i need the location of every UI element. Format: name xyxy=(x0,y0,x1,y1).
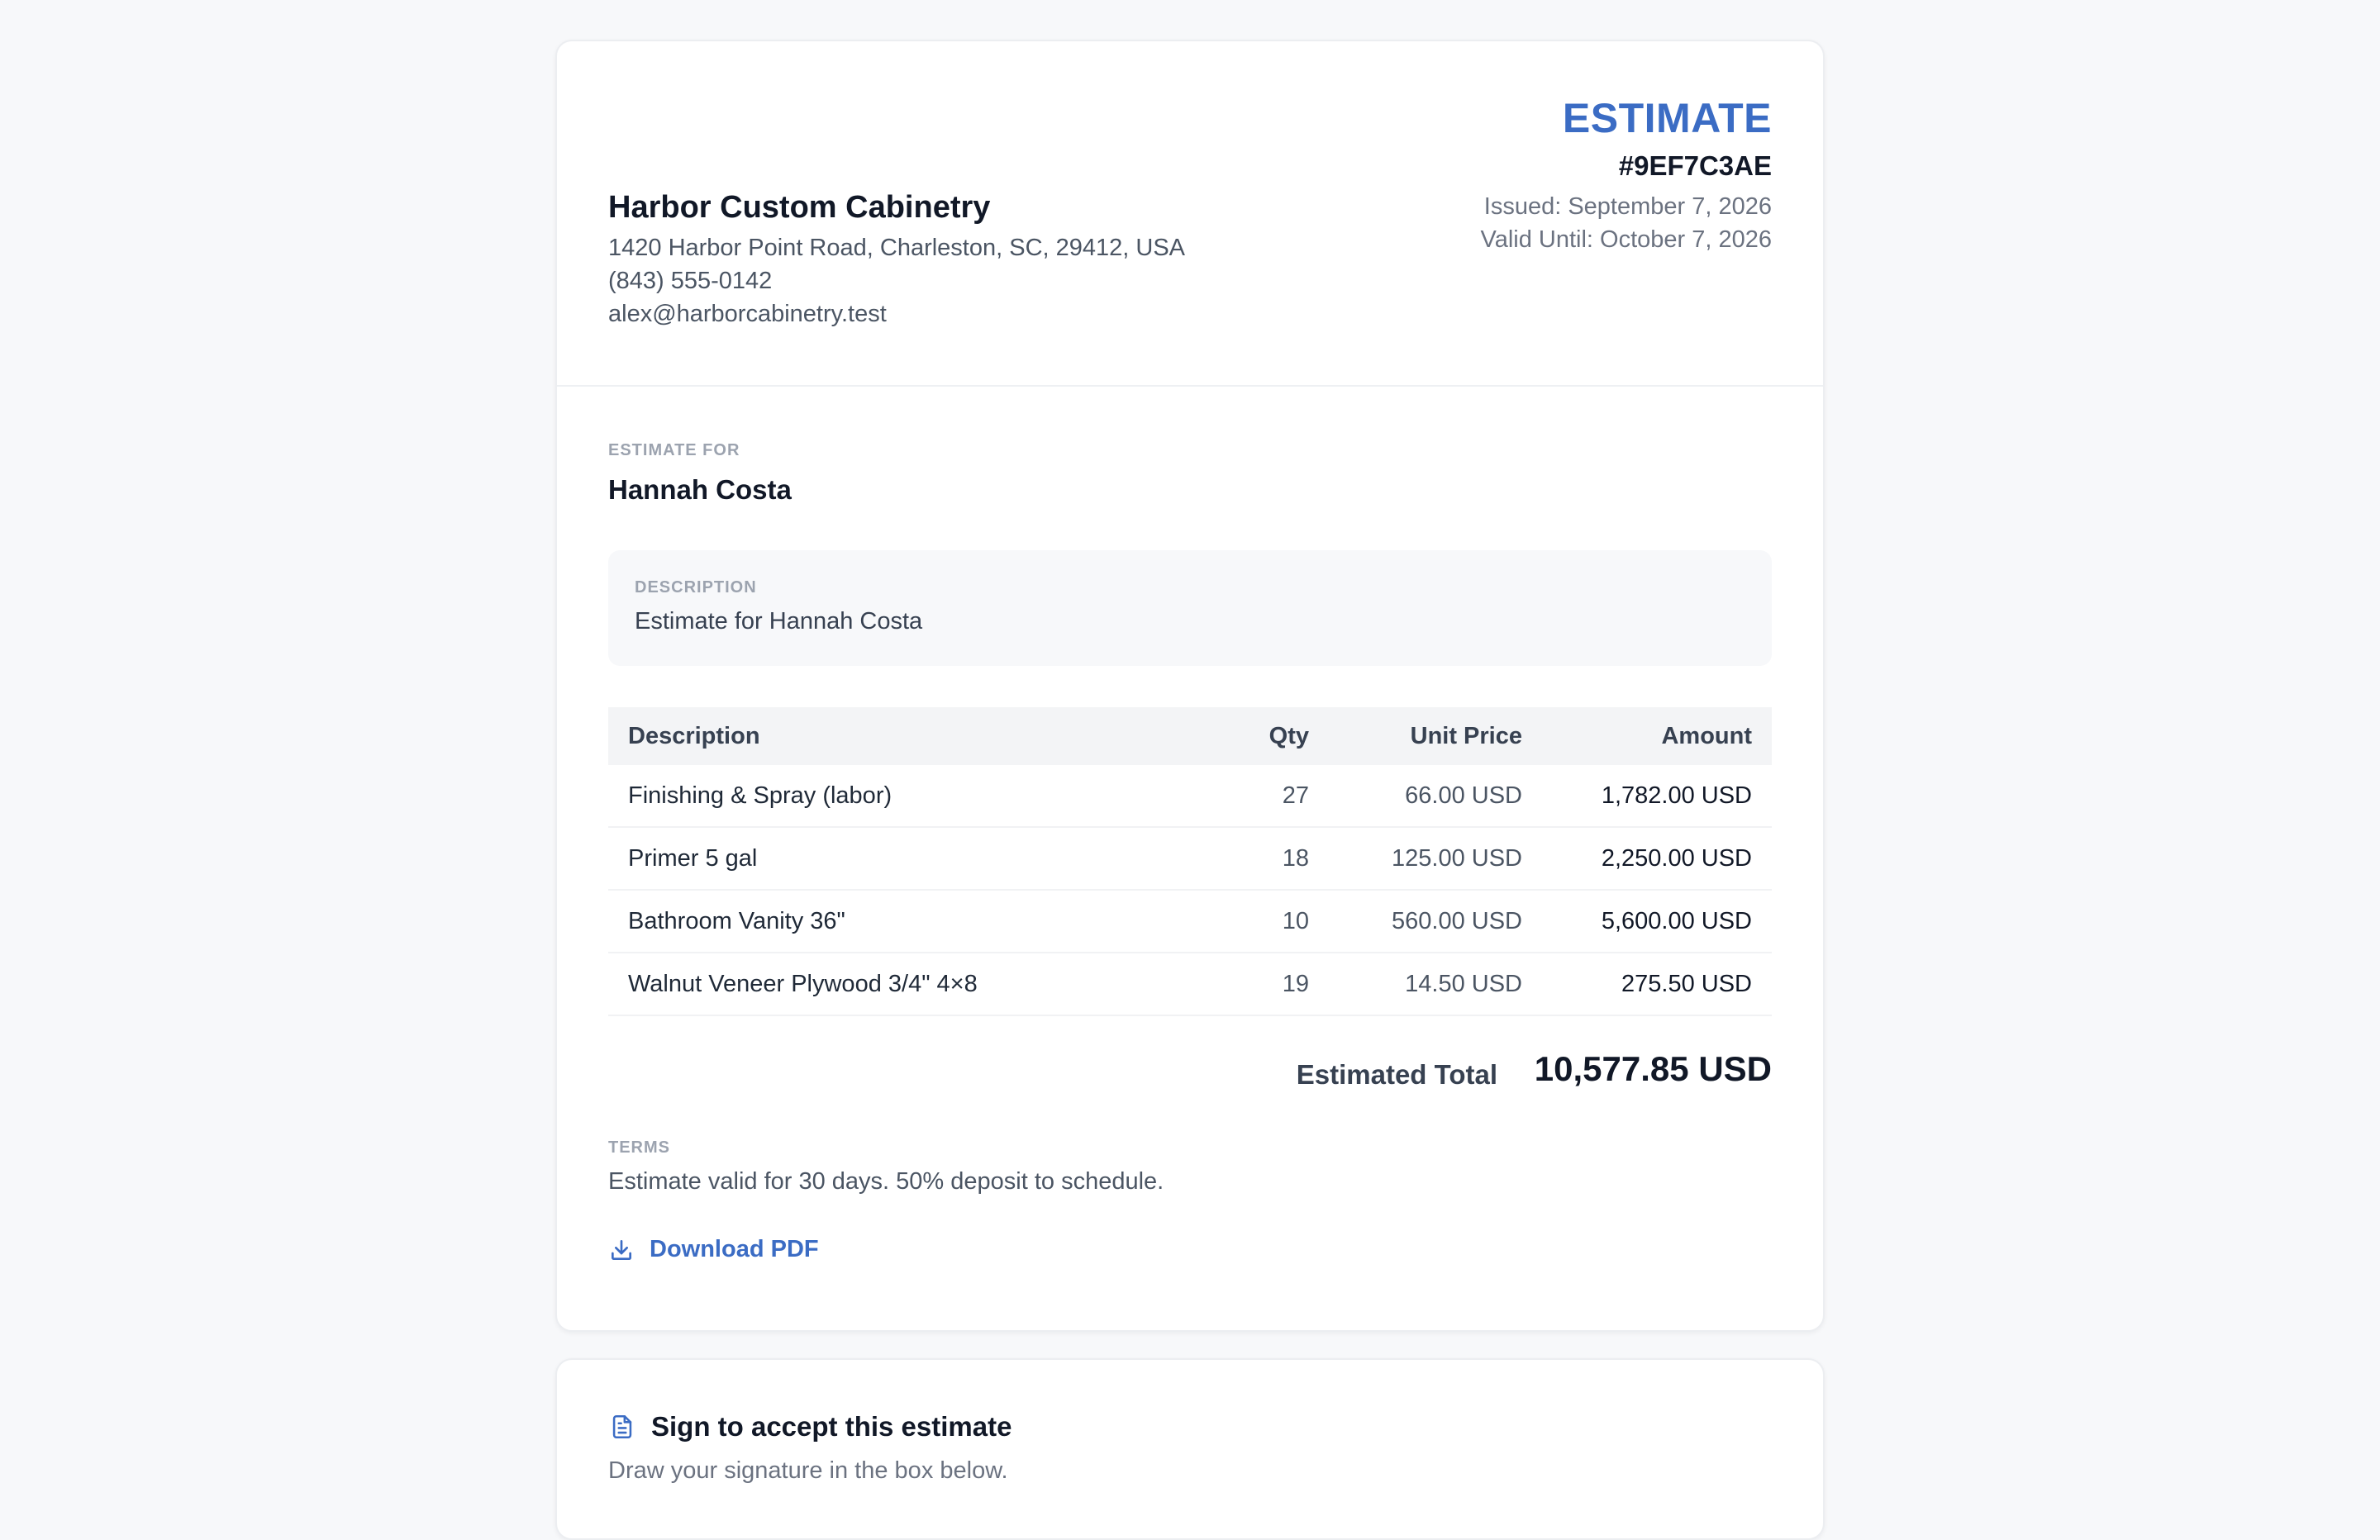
table-header-row: Description Qty Unit Price Amount xyxy=(608,707,1772,765)
item-qty: 27 xyxy=(1190,765,1329,828)
table-row: Primer 5 gal 18 125.00 USD 2,250.00 USD xyxy=(608,827,1772,891)
estimate-title: ESTIMATE xyxy=(1562,95,1772,141)
item-qty: 19 xyxy=(1190,953,1329,1016)
company-phone: (843) 555-0142 xyxy=(608,268,773,294)
company-email: alex@harborcabinetry.test xyxy=(608,301,887,327)
client-name: Hannah Costa xyxy=(608,474,792,505)
terms-label: TERMS xyxy=(608,1138,670,1157)
header-unit-price: Unit Price xyxy=(1329,707,1542,765)
estimate-number: #9EF7C3AE xyxy=(1618,150,1772,181)
item-unit-price: 14.50 USD xyxy=(1329,953,1542,1016)
signature-title: Sign to accept this estimate xyxy=(651,1411,1012,1442)
table-row: Walnut Veneer Plywood 3/4" 4×8 19 14.50 … xyxy=(608,953,1772,1016)
estimate-card: Harbor Custom Cabinetry 1420 Harbor Poin… xyxy=(555,40,1825,1332)
signature-card: Sign to accept this estimate Draw your s… xyxy=(555,1358,1825,1540)
item-qty: 10 xyxy=(1190,890,1329,953)
item-amount: 5,600.00 USD xyxy=(1542,890,1772,953)
signature-instructions: Draw your signature in the box below. xyxy=(608,1457,1008,1484)
item-description: Primer 5 gal xyxy=(608,827,1190,891)
estimate-page: Harbor Custom Cabinetry 1420 Harbor Poin… xyxy=(0,0,2380,1540)
header-qty: Qty xyxy=(1190,707,1329,765)
table-row: Bathroom Vanity 36" 10 560.00 USD 5,600.… xyxy=(608,890,1772,953)
item-amount: 275.50 USD xyxy=(1542,953,1772,1016)
estimated-total-value: 10,577.85 USD xyxy=(1534,1049,1772,1088)
signature-heading: Sign to accept this estimate xyxy=(608,1411,1011,1443)
table-row: Finishing & Spray (labor) 27 66.00 USD 1… xyxy=(608,765,1772,828)
item-unit-price: 560.00 USD xyxy=(1329,890,1542,953)
company-address: 1420 Harbor Point Road, Charleston, SC, … xyxy=(608,235,1186,261)
document-icon xyxy=(612,1414,632,1439)
item-description: Walnut Veneer Plywood 3/4" 4×8 xyxy=(608,953,1190,1016)
download-icon xyxy=(612,1239,631,1260)
terms-text: Estimate valid for 30 days. 50% deposit … xyxy=(608,1168,1164,1195)
item-unit-price: 66.00 USD xyxy=(1329,765,1542,828)
item-qty: 18 xyxy=(1190,827,1329,891)
item-unit-price: 125.00 USD xyxy=(1329,827,1542,891)
download-pdf-link[interactable]: Download PDF xyxy=(608,1236,819,1263)
item-description: Bathroom Vanity 36" xyxy=(608,890,1190,953)
company-name: Harbor Custom Cabinetry xyxy=(608,190,991,225)
item-amount: 2,250.00 USD xyxy=(1542,827,1772,891)
issued-date: Issued: September 7, 2026 xyxy=(1483,193,1772,220)
estimated-total-label: Estimated Total xyxy=(1296,1059,1497,1090)
estimate-for-label: ESTIMATE FOR xyxy=(608,441,740,459)
description-text: Estimate for Hannah Costa xyxy=(635,608,923,635)
line-items-table: Description Qty Unit Price Amount Finish… xyxy=(608,707,1772,1016)
download-pdf-label: Download PDF xyxy=(650,1236,819,1262)
header-description: Description xyxy=(608,707,1190,765)
estimate-header: Harbor Custom Cabinetry 1420 Harbor Poin… xyxy=(557,41,1823,387)
header-amount: Amount xyxy=(1542,707,1772,765)
item-amount: 1,782.00 USD xyxy=(1542,765,1772,828)
description-label: DESCRIPTION xyxy=(635,578,757,597)
valid-until-date: Valid Until: October 7, 2026 xyxy=(1480,226,1773,253)
description-box: DESCRIPTION Estimate for Hannah Costa xyxy=(608,550,1772,666)
item-description: Finishing & Spray (labor) xyxy=(608,765,1190,828)
